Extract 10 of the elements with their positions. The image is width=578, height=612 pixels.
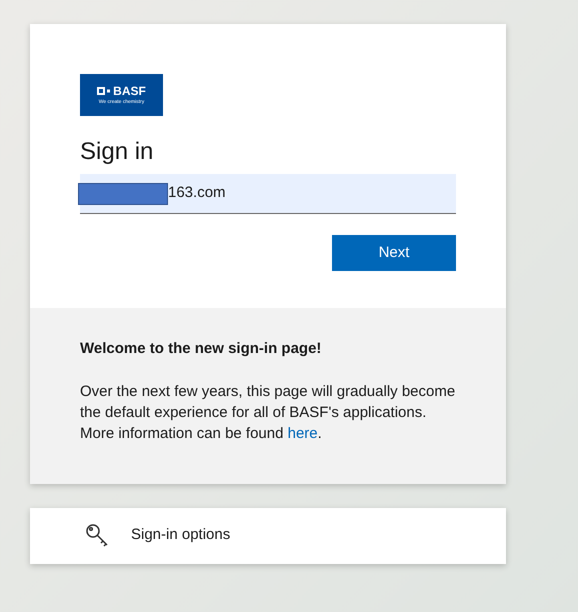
- logo-mark-icon: [97, 87, 110, 95]
- page-title: Sign in: [80, 137, 154, 167]
- next-button[interactable]: Next: [332, 235, 456, 271]
- logo-wordmark: BASF: [113, 85, 146, 97]
- sign-in-options-button[interactable]: Sign-in options: [30, 508, 506, 564]
- email-value: 163.com: [168, 183, 226, 204]
- more-info-link[interactable]: here: [288, 424, 318, 442]
- notice-heading: Welcome to the new sign-in page!: [80, 339, 322, 359]
- email-field[interactable]: 163.com: [80, 174, 456, 214]
- notice-text: Over the next few years, this page will gradually become the default experience for all of BASF's applications. More information can be found here.: [80, 382, 456, 444]
